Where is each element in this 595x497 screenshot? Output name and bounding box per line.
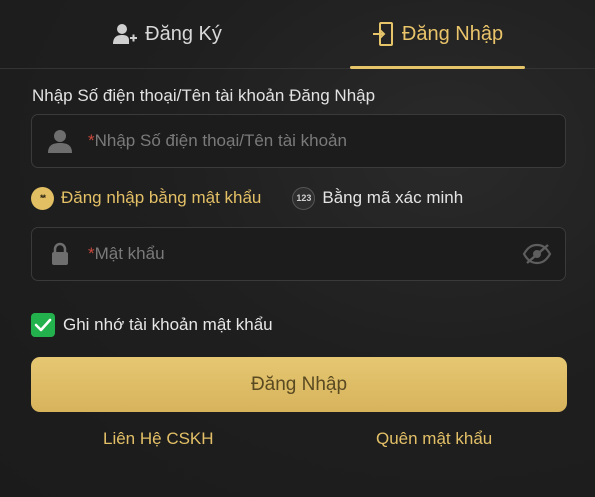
login-mode-selector: ** Đăng nhập bằng mật khẩu 123 Bằng mã x… <box>31 184 463 212</box>
tab-login[interactable]: Đăng Nhập <box>350 0 525 69</box>
password-mode-icon: ** <box>31 186 54 210</box>
tab-register[interactable]: Đăng Ký <box>60 0 275 68</box>
auth-tabs: Đăng Ký Đăng Nhập <box>0 0 595 69</box>
login-mode-code[interactable]: 123 Bằng mã xác minh <box>292 186 464 210</box>
login-mode-password-label: Đăng nhập bằng mật khẩu <box>61 188 262 207</box>
remember-me-label: Ghi nhớ tài khoản mật khẩu <box>63 315 273 334</box>
password-placeholder-text: Mật khẩu <box>94 244 165 263</box>
required-mark: * <box>88 131 95 150</box>
check-icon[interactable] <box>31 313 55 337</box>
username-placeholder-text: Nhập Số điện thoại/Tên tài khoản <box>94 131 347 150</box>
password-input[interactable]: *Mật khẩu <box>31 227 566 281</box>
verification-code-icon: 123 <box>292 186 316 210</box>
tab-register-label: Đăng Ký <box>145 22 222 45</box>
door-login-icon <box>372 22 394 46</box>
username-input[interactable]: *Nhập Số điện thoại/Tên tài khoản <box>31 114 566 168</box>
tab-login-label: Đăng Nhập <box>401 22 504 45</box>
required-mark: * <box>88 244 95 263</box>
add-user-icon <box>113 23 138 45</box>
forgot-password-link[interactable]: Quên mật khẩu <box>376 429 492 449</box>
login-mode-code-label: Bằng mã xác minh <box>322 188 464 207</box>
contact-support-link[interactable]: Liên Hệ CSKH <box>103 429 214 449</box>
username-placeholder: *Nhập Số điện thoại/Tên tài khoản <box>88 131 565 151</box>
eye-off-icon[interactable] <box>509 243 565 265</box>
lock-icon <box>32 242 88 266</box>
username-field-label: Nhập Số điện thoại/Tên tài khoản Đăng Nh… <box>32 86 376 105</box>
password-placeholder: *Mật khẩu <box>88 244 509 264</box>
remember-me-checkbox[interactable]: Ghi nhớ tài khoản mật khẩu <box>31 313 273 337</box>
login-mode-password[interactable]: ** Đăng nhập bằng mật khẩu <box>31 186 262 210</box>
login-button[interactable]: Đăng Nhập <box>31 357 567 412</box>
user-icon <box>32 129 88 153</box>
